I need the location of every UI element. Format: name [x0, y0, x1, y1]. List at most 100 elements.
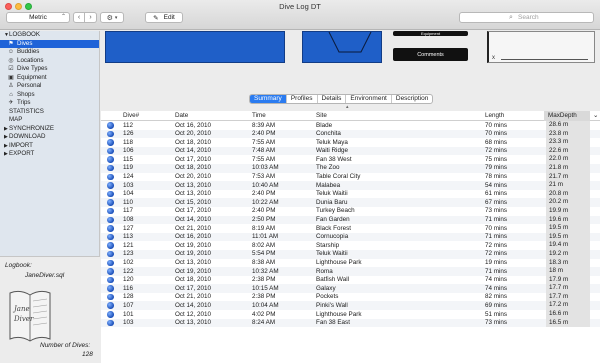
cell-maxdepth: 17.7 m	[546, 284, 590, 293]
dive-record-icon	[107, 156, 114, 163]
table-row[interactable]: 103 Oct 13, 2010 10:40 AM Malabea 54 mins 21 …	[101, 181, 600, 190]
table-row[interactable]: 119 Oct 18, 2010 10:03 AM The Zoo 79 mins 21.…	[101, 163, 600, 173]
cell-time: 2:38 PM	[252, 276, 276, 284]
edit-button[interactable]: ✎ Edit	[145, 12, 183, 23]
equipment-button[interactable]: Equipment	[393, 31, 468, 36]
table-row[interactable]: 122 Oct 19, 2010 10:32 AM Roma 71 mins 18 m	[101, 267, 600, 276]
cell-length: 19 mins	[485, 259, 508, 266]
cell-time: 7:48 AM	[252, 147, 276, 155]
sidebar-item-export[interactable]: ▶EXPORT	[0, 150, 99, 159]
table-row[interactable]: 126 Oct 20, 2010 2:40 PM Conchita 70 mins 23.…	[101, 129, 600, 139]
cell-time: 2:38 PM	[252, 293, 276, 301]
table-row[interactable]: 110 Oct 15, 2010 10:22 AM Dunia Baru 67 mins…	[101, 198, 600, 207]
personal-icon: ♙	[8, 83, 14, 89]
sidebar-item-synchronize[interactable]: ▶SYNCHRONIZE	[0, 125, 99, 134]
table-row[interactable]: 103 Oct 13, 2010 8:24 AM Fan 38 East 73 mins…	[101, 318, 600, 328]
cell-date: Oct 21, 2010	[175, 224, 212, 232]
pencil-icon: ✎	[153, 14, 159, 22]
cell-date: Oct 18, 2010	[175, 276, 212, 284]
dive-record-icon	[107, 242, 114, 249]
table-row[interactable]: 121 Oct 19, 2010 8:02 AM Starship 72 mins 19.…	[101, 241, 600, 250]
cell-time: 7:53 AM	[252, 173, 276, 181]
table-row[interactable]: 106 Oct 14, 2010 7:48 AM Waiti Ridge 72 mins…	[101, 146, 600, 156]
column-header-maxdepth[interactable]: MaxDepth	[548, 112, 577, 119]
cell-date: Oct 17, 2010	[175, 207, 212, 215]
sidebar-item-trips[interactable]: ✈ Trips	[0, 99, 99, 108]
search-placeholder: Search	[518, 14, 539, 21]
sidebar-item-import[interactable]: ▶IMPORT	[0, 142, 99, 151]
sidebar-item-statistics[interactable]: STATISTICS	[0, 108, 99, 117]
cell-time: 5:54 PM	[252, 250, 276, 258]
column-header-dive[interactable]: Dive#	[123, 112, 139, 119]
table-row[interactable]: 102 Oct 13, 2010 8:38 AM Lighthouse Park 19 …	[101, 258, 600, 268]
action-menu-button[interactable]: ⚙ ▾	[100, 12, 124, 23]
cell-length: 51 mins	[485, 310, 508, 318]
dive-record-icon	[107, 276, 114, 284]
table-row[interactable]: 115 Oct 17, 2010 7:55 AM Fan 38 West 75 mins…	[101, 155, 600, 164]
cell-maxdepth: 20.2 m	[546, 198, 590, 207]
table-row[interactable]: 123 Oct 19, 2010 5:54 PM Teluk Waitii 72 min…	[101, 249, 600, 259]
sidebar-item-download[interactable]: ▶DOWNLOAD	[0, 133, 99, 142]
table-row[interactable]: 107 Oct 14, 2010 10:04 AM Pinki's Wall 69 mi…	[101, 301, 600, 311]
cell-date: Oct 14, 2010	[175, 301, 212, 309]
table-row[interactable]: 116 Oct 17, 2010 10:15 AM Galaxy 74 mins 17.7…	[101, 284, 600, 293]
cell-date: Oct 19, 2010	[175, 241, 212, 249]
table-row[interactable]: 101 Oct 12, 2010 4:02 PM Lighthouse Park 51 …	[101, 310, 600, 319]
table-row[interactable]: 124 Oct 20, 2010 7:53 AM Table Coral City 78…	[101, 172, 600, 182]
cell-date: Oct 20, 2010	[175, 130, 212, 138]
search-input[interactable]: ⌕ Search	[459, 12, 594, 23]
sidebar-item-shops[interactable]: ⌂ Shops	[0, 91, 99, 100]
dive-record-icon	[107, 250, 114, 258]
cell-maxdepth: 17.7 m	[546, 292, 590, 302]
table-row[interactable]: 127 Oct 21, 2010 8:19 AM Black Forest 70 min…	[101, 224, 600, 233]
tab-description[interactable]: Description	[392, 95, 433, 103]
cell-date: Oct 19, 2010	[175, 250, 212, 258]
cell-length: 75 mins	[485, 155, 508, 163]
sidebar-item-buddies[interactable]: ☺ Buddies	[0, 48, 99, 57]
dive-record-icon	[107, 302, 114, 309]
sidebar-item-personal[interactable]: ♙ Personal	[0, 82, 99, 91]
cell-date: Oct 17, 2010	[175, 155, 212, 163]
buddies-icon: ☺	[7, 49, 15, 55]
cell-dive-number: 122	[123, 267, 134, 275]
split-view-handle[interactable]: ▴	[346, 104, 349, 110]
sidebar-item-dives[interactable]: ⚑ Dives	[0, 39, 99, 48]
chevron-down-icon: ▾	[114, 14, 118, 21]
cell-time: 8:24 AM	[252, 319, 276, 327]
units-select[interactable]: Metric ⌃	[6, 12, 70, 23]
sidebar-item-logbook[interactable]: ▼LOGBOOK	[0, 31, 99, 40]
sidebar-item-dive-types[interactable]: ☑ Dive Types	[0, 65, 99, 74]
cell-date: Oct 19, 2010	[175, 267, 212, 275]
detail-tabs: Summary Profiles Details Environment Des…	[249, 94, 434, 104]
table-row[interactable]: 117 Oct 17, 2010 2:40 PM Turkey Beach 73 min…	[101, 206, 600, 216]
column-header-length[interactable]: Length	[485, 112, 504, 119]
cell-dive-number: 118	[123, 138, 134, 146]
table-row[interactable]: 128 Oct 21, 2010 2:38 PM Pockets 82 mins 17.7…	[101, 292, 600, 302]
comments-button[interactable]: Comments	[393, 48, 468, 61]
forward-button[interactable]: ›	[85, 12, 97, 23]
tab-profiles[interactable]: Profiles	[287, 95, 318, 103]
sidebar-item-locations[interactable]: ◎ Locations	[0, 57, 99, 66]
tab-details[interactable]: Details	[318, 95, 347, 103]
table-row[interactable]: 104 Oct 13, 2010 2:40 PM Teluk Waitii 61 min…	[101, 189, 600, 199]
back-button[interactable]: ‹	[73, 12, 85, 23]
table-row[interactable]: 120 Oct 18, 2010 2:38 PM Batfish Wall 74 min…	[101, 275, 600, 285]
sidebar-item-equipment[interactable]: ▣ Equipment	[0, 74, 99, 83]
cell-length: 71 mins	[485, 233, 508, 241]
cell-dive-number: 103	[123, 181, 134, 189]
column-header-site[interactable]: Site	[316, 112, 327, 119]
table-row[interactable]: 113 Oct 16, 2010 11:01 AM Cornucopia 71 mins…	[101, 232, 600, 242]
cell-site: Dunia Baru	[316, 198, 348, 206]
column-header-date[interactable]: Date	[175, 112, 188, 119]
cell-date: Oct 14, 2010	[175, 216, 212, 224]
tab-summary[interactable]: Summary	[250, 95, 287, 103]
tab-environment[interactable]: Environment	[346, 95, 392, 103]
equipment-icon: ▣	[8, 74, 14, 81]
table-row[interactable]: 108 Oct 14, 2010 2:50 PM Fan Garden 71 mins 1…	[101, 215, 600, 225]
table-row[interactable]: 112 Oct 16, 2010 8:39 AM Blade 70 mins 28.6 m	[101, 121, 600, 130]
table-row[interactable]: 118 Oct 18, 2010 7:55 AM Teluk Maya 68 mins 2…	[101, 138, 600, 147]
column-header-time[interactable]: Time	[252, 112, 266, 119]
dive-record-icon	[107, 293, 114, 301]
sidebar-item-map[interactable]: MAP	[0, 116, 99, 125]
cell-length: 70 mins	[485, 121, 508, 129]
